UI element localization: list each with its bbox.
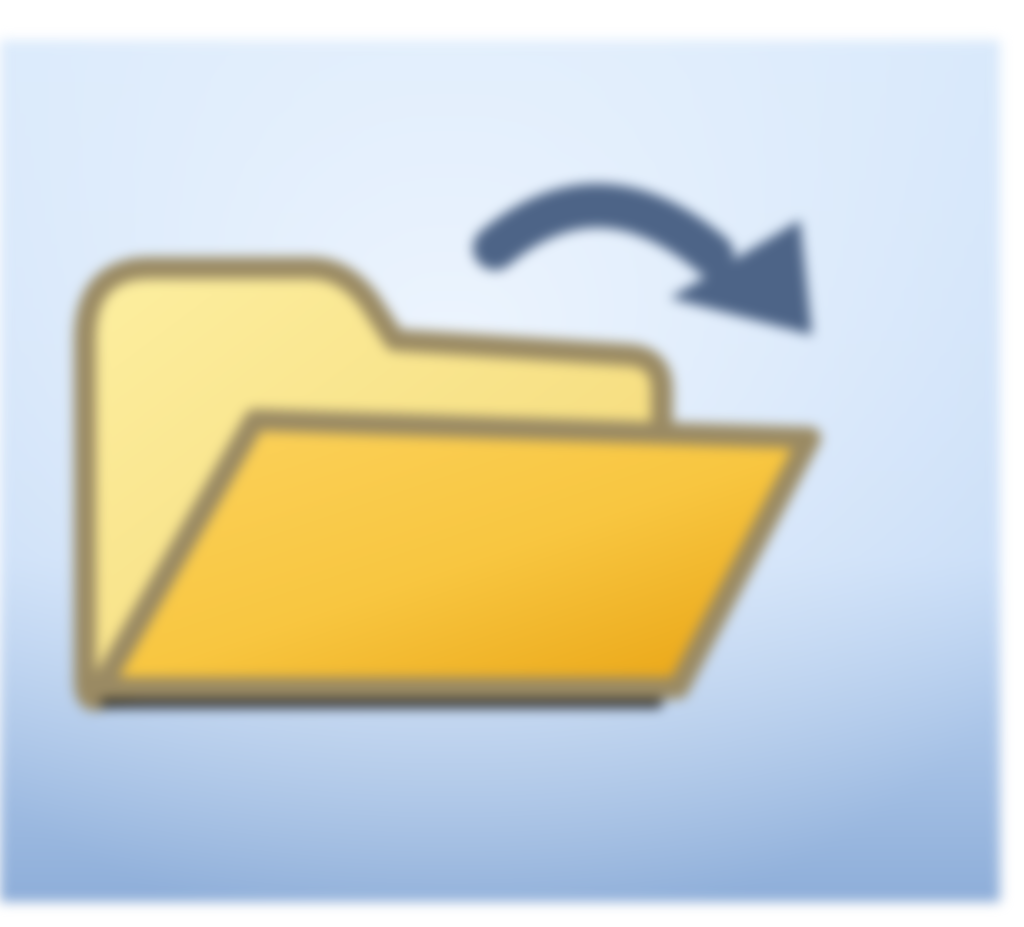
open-folder-button[interactable] (0, 40, 1000, 902)
open-folder-icon (0, 40, 1000, 902)
stage (0, 0, 1024, 927)
